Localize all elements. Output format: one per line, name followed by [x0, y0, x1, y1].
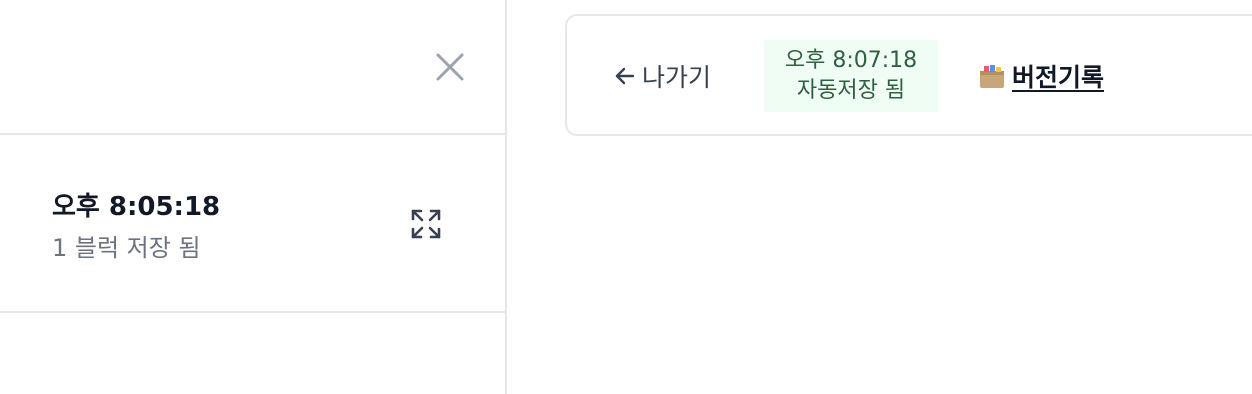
box-icon — [978, 63, 1006, 89]
version-history-panel: 오후 8:05:18 1 블럭 저장 됨 — [0, 0, 507, 394]
history-item-time: 오후 8:05:18 — [52, 192, 221, 222]
expand-button[interactable] — [406, 204, 446, 244]
panel-header — [0, 0, 505, 135]
autosave-status: 자동저장 됨 — [796, 78, 906, 103]
close-icon — [436, 53, 464, 81]
exit-button[interactable]: 나가기 — [614, 58, 711, 94]
version-history-label: 버전기록 — [1012, 63, 1105, 92]
version-history-link[interactable]: 버전기록 — [978, 58, 1104, 94]
close-button[interactable] — [430, 47, 470, 87]
exit-button-label: 나가기 — [642, 63, 712, 92]
history-item-description: 1 블럭 저장 됨 — [52, 234, 201, 262]
expand-icon — [411, 209, 441, 239]
arrow-left-icon — [614, 65, 636, 87]
autosave-status-badge: 오후 8:07:18 자동저장 됨 — [764, 40, 938, 112]
autosave-time: 오후 8:07:18 — [784, 48, 918, 73]
